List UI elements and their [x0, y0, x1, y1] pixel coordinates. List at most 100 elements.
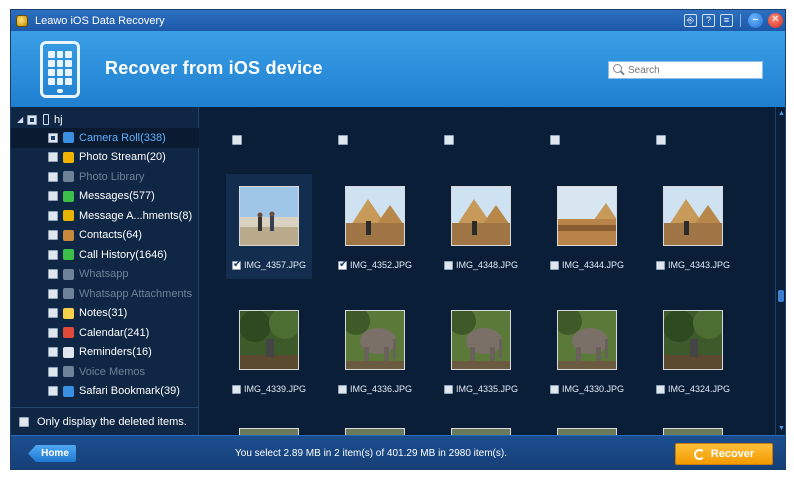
sidebar-item-contacts[interactable]: Contacts(64) [11, 226, 199, 246]
photo-tile[interactable]: IMG_4343.JPG [650, 174, 736, 279]
category-checkbox[interactable] [48, 152, 58, 163]
category-checkbox[interactable] [48, 327, 58, 338]
home-button[interactable]: Home [28, 445, 76, 462]
category-checkbox[interactable] [48, 308, 58, 319]
search-icon [612, 63, 626, 77]
gallery-scrollbar[interactable]: ▲ ▼ [775, 107, 785, 435]
sidebar-item-camera-roll[interactable]: Camera Roll(338) [11, 128, 199, 148]
help-icon[interactable]: ? [702, 14, 715, 27]
photo-checkbox[interactable] [338, 384, 347, 394]
deleted-only-option[interactable]: Only display the deleted items. [11, 407, 199, 435]
photo-thumbnail-partial[interactable] [451, 428, 511, 435]
photo-tile[interactable]: IMG_4339.JPG [226, 298, 312, 403]
photo-thumbnail-image [452, 311, 510, 369]
photo-thumbnail-image [346, 311, 404, 369]
search-box[interactable] [608, 61, 763, 79]
photo-thumbnail[interactable] [663, 310, 723, 370]
sidebar-item-reminders[interactable]: Reminders(16) [11, 343, 199, 363]
photo-checkbox[interactable] [444, 384, 453, 394]
category-checkbox[interactable] [48, 171, 58, 182]
photo-tile[interactable]: IMG_4324.JPG [650, 298, 736, 403]
calendar-icon [63, 327, 74, 339]
category-checkbox[interactable] [48, 210, 58, 221]
sidebar-item-label: Photo Library [79, 170, 145, 183]
photo-thumbnail[interactable] [239, 186, 299, 246]
sidebar-item-call-history[interactable]: Call History(1646) [11, 245, 199, 265]
device-tree-root[interactable]: ◢ hj [11, 111, 199, 128]
photo-thumbnail-partial[interactable] [345, 428, 405, 435]
collapse-triangle-icon[interactable]: ◢ [17, 115, 27, 124]
photo-checkbox[interactable] [232, 259, 241, 270]
sidebar-item-voice-memos[interactable]: Voice Memos [11, 362, 199, 382]
photo-tile[interactable]: IMG_4357.JPG [226, 174, 312, 279]
category-checkbox[interactable] [48, 191, 58, 202]
whatsapp-attachments-icon [63, 288, 74, 300]
category-checkbox[interactable] [48, 386, 58, 397]
register-icon[interactable]: ⎆ [684, 14, 697, 27]
device-checkbox[interactable] [27, 114, 37, 125]
group-select-checkbox[interactable] [656, 135, 666, 145]
photo-thumbnail[interactable] [451, 186, 511, 246]
sidebar-item-label: Photo Stream(20) [79, 151, 166, 164]
sidebar-item-photo-library[interactable]: Photo Library [11, 167, 199, 187]
sidebar-item-notes[interactable]: Notes(31) [11, 304, 199, 324]
message-attachments-icon [63, 210, 74, 222]
sidebar-item-messages[interactable]: Messages(577) [11, 187, 199, 207]
photo-tile[interactable]: IMG_4336.JPG [332, 298, 418, 403]
scroll-down-icon[interactable]: ▼ [777, 424, 785, 433]
photo-checkbox[interactable] [338, 259, 347, 270]
photo-thumbnail-partial[interactable] [239, 428, 299, 435]
category-checkbox[interactable] [48, 230, 58, 241]
search-input[interactable] [626, 64, 756, 76]
category-checkbox[interactable] [48, 366, 58, 377]
sidebar-item-whatsapp-attachments[interactable]: Whatsapp Attachments [11, 284, 199, 304]
photo-thumbnail-partial[interactable] [663, 428, 723, 435]
sidebar-item-whatsapp[interactable]: Whatsapp [11, 265, 199, 285]
selection-status: You select 2.89 MB in 2 item(s) of 401.2… [235, 448, 507, 459]
minimize-icon[interactable]: – [748, 13, 763, 28]
recover-button[interactable]: Recover [675, 443, 773, 465]
photo-checkbox[interactable] [550, 260, 559, 270]
photo-thumbnail-partial[interactable] [557, 428, 617, 435]
sidebar-item-label: Safari Bookmark(39) [79, 385, 180, 398]
sidebar-item-calendar[interactable]: Calendar(241) [11, 323, 199, 343]
photo-tile[interactable]: IMG_4352.JPG [332, 174, 418, 279]
category-checkbox[interactable] [48, 269, 58, 280]
scroll-thumb[interactable] [778, 290, 784, 302]
photo-checkbox[interactable] [656, 260, 665, 270]
sidebar-item-photo-stream[interactable]: Photo Stream(20) [11, 148, 199, 168]
category-checkbox[interactable] [48, 347, 58, 358]
photo-tile[interactable]: IMG_4335.JPG [438, 298, 524, 403]
menu-icon[interactable]: ≡ [720, 14, 733, 27]
deleted-only-checkbox[interactable] [19, 416, 29, 427]
group-select-checkbox[interactable] [338, 135, 348, 145]
group-select-checkbox[interactable] [232, 135, 242, 145]
camera-roll-icon [63, 132, 74, 144]
sidebar-item-safari-bookmark[interactable]: Safari Bookmark(39) [11, 382, 199, 402]
photo-checkbox[interactable] [444, 260, 453, 270]
photo-thumbnail[interactable] [239, 310, 299, 370]
sidebar-item-message-attachments[interactable]: Message A...hments(8) [11, 206, 199, 226]
photo-tile[interactable]: IMG_4330.JPG [544, 298, 630, 403]
app-logo-icon [16, 14, 28, 27]
photo-checkbox[interactable] [550, 384, 559, 394]
group-select-checkbox[interactable] [444, 135, 454, 145]
photo-thumbnail[interactable] [345, 186, 405, 246]
close-icon[interactable]: ✕ [768, 13, 783, 28]
photo-thumbnail[interactable] [663, 186, 723, 246]
photo-thumbnail[interactable] [451, 310, 511, 370]
category-checkbox[interactable] [48, 249, 58, 260]
category-checkbox[interactable] [48, 288, 58, 299]
photo-thumbnail[interactable] [557, 310, 617, 370]
category-checkbox[interactable] [48, 132, 58, 143]
photo-checkbox[interactable] [656, 384, 665, 394]
photo-label: IMG_4344.JPG [550, 260, 624, 270]
photo-checkbox[interactable] [232, 384, 241, 394]
sidebar-item-label: Messages(577) [79, 190, 155, 203]
photo-tile[interactable]: IMG_4344.JPG [544, 174, 630, 279]
group-select-checkbox[interactable] [550, 135, 560, 145]
photo-thumbnail[interactable] [345, 310, 405, 370]
photo-thumbnail[interactable] [557, 186, 617, 246]
photo-tile[interactable]: IMG_4348.JPG [438, 174, 524, 279]
scroll-up-icon[interactable]: ▲ [777, 109, 785, 118]
